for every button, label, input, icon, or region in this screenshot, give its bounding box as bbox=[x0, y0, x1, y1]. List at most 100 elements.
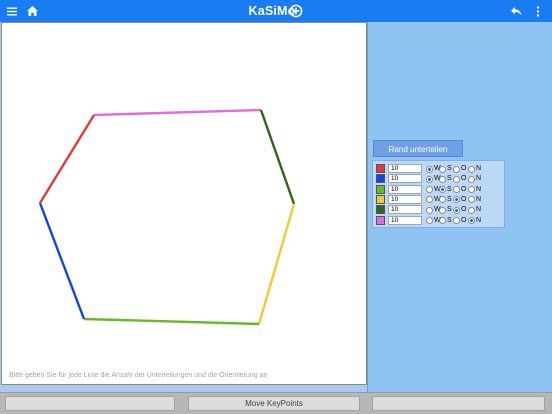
line-color-swatch bbox=[376, 205, 385, 215]
edge-upper-right[interactable] bbox=[259, 109, 296, 205]
subdivision-count-input[interactable]: 10 bbox=[388, 174, 422, 184]
orientation-option-s[interactable]: S bbox=[439, 216, 452, 226]
line-color-swatch bbox=[376, 184, 385, 194]
orientation-label: O bbox=[461, 185, 467, 193]
radio-button[interactable] bbox=[426, 175, 433, 183]
move-keypoints-button[interactable]: Move KeyPoints bbox=[188, 396, 360, 411]
line-row: 10 W S O N bbox=[376, 174, 504, 184]
orientation-label: O bbox=[461, 195, 467, 203]
radio-button[interactable] bbox=[426, 206, 433, 214]
line-row: 10 W S O N bbox=[376, 194, 504, 205]
line-settings-table: 10 W S O N 10 W S O N 10 W S O N 10 W S O N 10 W S O N 10 W S O N bbox=[372, 160, 505, 228]
orientation-label: S bbox=[447, 216, 452, 224]
orientation-option-n[interactable]: N bbox=[468, 205, 481, 215]
back-arrow-icon[interactable] bbox=[505, 0, 527, 22]
radio-button[interactable] bbox=[453, 165, 460, 173]
orientation-label: O bbox=[461, 175, 467, 183]
orientation-option-s[interactable]: S bbox=[439, 205, 452, 215]
edge-lower-left[interactable] bbox=[38, 202, 86, 320]
orientation-label: N bbox=[476, 195, 482, 203]
subdivision-count-input[interactable]: 10 bbox=[388, 194, 422, 204]
edge-top[interactable] bbox=[93, 108, 262, 117]
orientation-label: S bbox=[447, 185, 452, 193]
line-color-swatch bbox=[376, 194, 385, 204]
line-color-swatch bbox=[376, 215, 385, 225]
radio-button[interactable] bbox=[439, 206, 446, 214]
radio-button[interactable] bbox=[426, 165, 433, 173]
subdivision-count-input[interactable]: 10 bbox=[388, 205, 422, 215]
radio-button[interactable] bbox=[468, 206, 475, 214]
subdivision-count-input[interactable]: 10 bbox=[388, 164, 422, 173]
radio-button[interactable] bbox=[426, 217, 433, 224]
subdivision-count-input[interactable]: 10 bbox=[388, 215, 422, 225]
orientation-label: S bbox=[447, 175, 452, 183]
edge-lower-right[interactable] bbox=[257, 203, 296, 325]
orientation-label: O bbox=[461, 216, 467, 224]
add-circle-icon[interactable] bbox=[289, 4, 303, 18]
orientation-option-n[interactable]: N bbox=[468, 185, 481, 195]
top-bar: KaSiMo bbox=[0, 0, 552, 22]
orientation-label: O bbox=[461, 165, 467, 172]
line-row: 10 W S O N bbox=[376, 205, 504, 215]
radio-button[interactable] bbox=[468, 217, 475, 224]
orientation-option-n[interactable]: N bbox=[468, 195, 481, 205]
subdivision-count-input[interactable]: 10 bbox=[388, 184, 422, 194]
orientation-label: S bbox=[447, 165, 452, 172]
menu-icon[interactable] bbox=[1, 0, 23, 22]
edge-bottom[interactable] bbox=[83, 317, 260, 326]
radio-button[interactable] bbox=[468, 175, 475, 183]
orientation-option-o[interactable]: O bbox=[453, 216, 466, 226]
line-row: 10 W S O N bbox=[376, 215, 504, 226]
orientation-option-n[interactable]: N bbox=[468, 174, 481, 184]
orientation-label: N bbox=[476, 206, 482, 214]
home-icon[interactable] bbox=[21, 0, 43, 22]
orientation-option-s[interactable]: S bbox=[439, 195, 452, 205]
orientation-option-o[interactable]: O bbox=[453, 205, 466, 215]
radio-button[interactable] bbox=[439, 165, 446, 173]
radio-button[interactable] bbox=[439, 186, 446, 194]
radio-button[interactable] bbox=[468, 165, 475, 173]
orientation-label: N bbox=[476, 165, 482, 172]
orientation-option-s[interactable]: S bbox=[439, 185, 452, 195]
orientation-option-o[interactable]: O bbox=[453, 185, 466, 195]
radio-button[interactable] bbox=[468, 196, 475, 204]
orientation-label: S bbox=[447, 195, 452, 203]
radio-button[interactable] bbox=[453, 206, 460, 214]
radio-button[interactable] bbox=[453, 186, 460, 194]
radio-button[interactable] bbox=[453, 175, 460, 183]
title-area: KaSiMo bbox=[0, 0, 552, 22]
radio-button[interactable] bbox=[439, 196, 446, 204]
radio-button[interactable] bbox=[468, 186, 475, 194]
line-color-swatch bbox=[376, 164, 385, 173]
line-color-swatch bbox=[376, 174, 385, 184]
radio-button[interactable] bbox=[426, 196, 433, 204]
right-footer-button[interactable] bbox=[372, 396, 545, 411]
instruction-hint: Bitte geben Sie für jede Linie die Anzah… bbox=[9, 372, 268, 379]
hexagon-shape[interactable] bbox=[2, 23, 366, 384]
drawing-canvas[interactable]: Bitte geben Sie für jede Linie die Anzah… bbox=[1, 22, 367, 385]
orientation-option-o[interactable]: O bbox=[453, 164, 466, 174]
orientation-label: S bbox=[447, 206, 452, 214]
orientation-option-n[interactable]: N bbox=[468, 164, 481, 174]
orientation-label: N bbox=[476, 185, 482, 193]
radio-button[interactable] bbox=[453, 196, 460, 204]
radio-button[interactable] bbox=[439, 217, 446, 224]
radio-button[interactable] bbox=[439, 175, 446, 183]
orientation-option-o[interactable]: O bbox=[453, 174, 466, 184]
radio-button[interactable] bbox=[426, 186, 433, 194]
more-vertical-icon[interactable] bbox=[527, 0, 549, 22]
orientation-option-s[interactable]: S bbox=[439, 174, 452, 184]
control-panel: Rand unterteilen 10 W S O N 10 W S O N 10 W S O N 10 W S O… bbox=[367, 22, 552, 392]
bottom-bar: Move KeyPoints bbox=[0, 392, 552, 414]
line-row: 10 W S O N bbox=[376, 164, 504, 174]
left-footer-button[interactable] bbox=[5, 396, 175, 411]
orientation-option-n[interactable]: N bbox=[468, 216, 481, 226]
edge-upper-left[interactable] bbox=[38, 114, 96, 204]
radio-button[interactable] bbox=[453, 217, 460, 224]
orientation-label: N bbox=[476, 216, 482, 224]
rand-unterteilen-button[interactable]: Rand unterteilen bbox=[373, 140, 463, 157]
orientation-label: O bbox=[461, 206, 467, 214]
orientation-option-s[interactable]: S bbox=[439, 164, 452, 174]
orientation-label: N bbox=[476, 175, 482, 183]
orientation-option-o[interactable]: O bbox=[453, 195, 466, 205]
